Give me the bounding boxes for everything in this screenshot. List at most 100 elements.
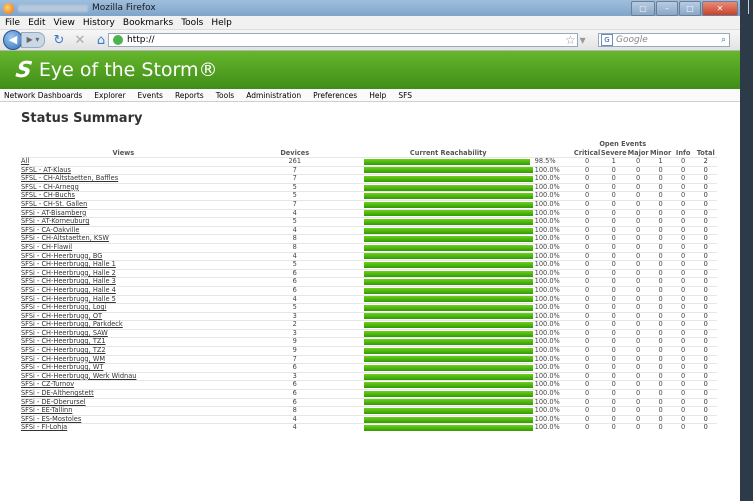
view-link[interactable]: SFSi - CH-Altstaetten, KSW: [21, 234, 109, 243]
minimize-button[interactable]: –: [656, 1, 678, 16]
maximize-button[interactable]: □: [679, 1, 701, 16]
total-link[interactable]: 0: [704, 243, 708, 251]
total-link[interactable]: 0: [704, 389, 708, 397]
view-link[interactable]: SFSL - CH-St. Gallen: [21, 200, 87, 208]
view-link[interactable]: SFSL - CH-Buchs: [21, 191, 75, 200]
nav-administration[interactable]: Administration: [246, 91, 301, 100]
view-link[interactable]: SFSL - AT-Klaus: [21, 166, 71, 174]
nav-sfs[interactable]: SFS: [398, 91, 412, 100]
total-link[interactable]: 0: [704, 337, 708, 346]
reload-icon[interactable]: ↻: [52, 33, 66, 48]
view-link[interactable]: SFSi - EE-Tallinn: [21, 406, 72, 414]
view-link[interactable]: SFSi - CH-Flawil: [21, 243, 72, 251]
total-link[interactable]: 0: [704, 398, 708, 406]
bookmark-star-icon[interactable]: ☆ ▾: [565, 33, 586, 47]
total-link[interactable]: 2: [704, 157, 708, 165]
total-link[interactable]: 0: [704, 234, 708, 243]
minor-count: 1: [658, 157, 663, 165]
nav-events[interactable]: Events: [138, 91, 163, 100]
total-link[interactable]: 0: [704, 380, 708, 389]
restore-icon[interactable]: ▢: [631, 1, 655, 16]
view-link[interactable]: SFSi - DE-Oberursel: [21, 398, 86, 406]
total-link[interactable]: 0: [704, 252, 708, 260]
total-link[interactable]: 0: [704, 166, 708, 174]
view-link[interactable]: SFSi - DE-Althengstett: [21, 389, 94, 397]
table-body: All 261 98.5% 0 1 0 1 0 2 SFSL - AT-Klaus 7 100.0% 0…: [21, 157, 717, 433]
view-link[interactable]: SFSi - CH-Heerbrugg, BG: [21, 252, 102, 260]
view-link[interactable]: SFSi - CH-Heerbrugg, Logi: [21, 303, 106, 311]
view-link[interactable]: SFSi - CH-Heerbrugg, Halle 3: [21, 277, 116, 286]
total-link[interactable]: 0: [704, 217, 708, 225]
menu-tools[interactable]: Tools: [181, 18, 203, 28]
nav-network-dashboards[interactable]: Network Dashboards: [4, 91, 82, 100]
total-link[interactable]: 0: [704, 329, 708, 337]
forward-button[interactable]: ▶ ▾: [21, 32, 45, 48]
view-link[interactable]: All: [21, 157, 29, 165]
view-link[interactable]: SFSi - FI-Lohja: [21, 423, 67, 432]
nav-help[interactable]: Help: [369, 91, 386, 100]
home-icon[interactable]: ⌂: [94, 33, 108, 48]
view-link[interactable]: SFSi - CH-Heerbrugg, WM: [21, 355, 105, 363]
total-link[interactable]: 0: [704, 226, 708, 234]
view-link[interactable]: SFSL - CH-Arnegg: [21, 183, 79, 191]
menu-file[interactable]: File: [5, 18, 20, 28]
view-link[interactable]: SFSi - CH-Heerbrugg, TZ1: [21, 337, 106, 346]
total-link[interactable]: 0: [704, 372, 708, 380]
view-link[interactable]: SFSi - CH-Heerbrugg, Halle 4: [21, 286, 116, 294]
severe-count: 0: [611, 389, 616, 398]
menu-help[interactable]: Help: [211, 18, 232, 28]
total-link[interactable]: 0: [704, 183, 708, 191]
reachability-cell: [363, 183, 533, 192]
view-link[interactable]: SFSi - CH-Heerbrugg, Halle 1: [21, 260, 116, 268]
reachability-cell: [363, 286, 533, 295]
total-link[interactable]: 0: [704, 363, 708, 371]
view-link[interactable]: SFSi - CH-Heerbrugg, Parkdeck: [21, 320, 123, 328]
search-icon[interactable]: ⌕: [721, 33, 726, 47]
view-link[interactable]: SFSi - CH-Heerbrugg, WT: [21, 363, 103, 371]
view-link[interactable]: SFSi - CH-Heerbrugg, Werk Widnau: [21, 372, 136, 380]
menu-view[interactable]: View: [54, 18, 75, 28]
total-link[interactable]: 0: [704, 200, 708, 208]
view-link[interactable]: SFSi - AT-Bisamberg: [21, 209, 86, 217]
nav-tools[interactable]: Tools: [216, 91, 234, 100]
total-link[interactable]: 0: [704, 277, 708, 286]
total-link[interactable]: 0: [704, 295, 708, 303]
total-link[interactable]: 0: [704, 260, 708, 268]
back-button[interactable]: ◀: [3, 30, 23, 50]
total-link[interactable]: 0: [704, 286, 708, 294]
total-link[interactable]: 0: [704, 312, 708, 320]
view-link[interactable]: SFSi - CH-Heerbrugg, OT: [21, 312, 102, 320]
view-link[interactable]: SFSi - CH-Heerbrugg, Halle 2: [21, 269, 116, 277]
menu-history[interactable]: History: [83, 18, 115, 28]
total-link[interactable]: 0: [704, 320, 708, 328]
view-link[interactable]: SFSi - CZ-Turnov: [21, 380, 74, 389]
stop-icon[interactable]: ✕: [73, 33, 87, 48]
total-link[interactable]: 0: [704, 406, 708, 414]
nav-preferences[interactable]: Preferences: [313, 91, 357, 100]
url-bar[interactable]: http://: [108, 33, 578, 47]
total-link[interactable]: 0: [704, 174, 708, 182]
total-link[interactable]: 0: [704, 269, 708, 277]
total-link[interactable]: 0: [704, 423, 708, 432]
view-link[interactable]: SFSi - CH-Heerbrugg, Halle 5: [21, 295, 116, 303]
menu-bookmarks[interactable]: Bookmarks: [123, 18, 173, 28]
total-link[interactable]: 0: [704, 191, 708, 200]
view-link[interactable]: SFSL - CH-Altstaetten, Baffles: [21, 174, 118, 182]
total-link[interactable]: 0: [704, 346, 708, 354]
view-link[interactable]: SFSi - CA-Oakville: [21, 226, 80, 234]
nav-reports[interactable]: Reports: [175, 91, 204, 100]
total-link[interactable]: 0: [704, 303, 708, 311]
nav-explorer[interactable]: Explorer: [94, 91, 125, 100]
view-link[interactable]: SFSi - CH-Heerbrugg, TZ2: [21, 346, 106, 354]
menu-edit[interactable]: Edit: [28, 18, 45, 28]
view-link[interactable]: SFSi - ES-Mostoles: [21, 415, 81, 423]
close-button[interactable]: ✕: [702, 1, 738, 16]
search-box[interactable]: G Google ⌕: [598, 33, 730, 47]
view-link[interactable]: SFSi - CH-Heerbrugg, SAW: [21, 329, 108, 337]
reachability-bar: [363, 313, 533, 320]
view-link[interactable]: SFSi - AT-Korneuburg: [21, 217, 89, 225]
total-link[interactable]: 0: [704, 355, 708, 363]
total-link[interactable]: 0: [704, 209, 708, 217]
total-link[interactable]: 0: [704, 415, 708, 423]
major-count: 0: [636, 423, 641, 432]
